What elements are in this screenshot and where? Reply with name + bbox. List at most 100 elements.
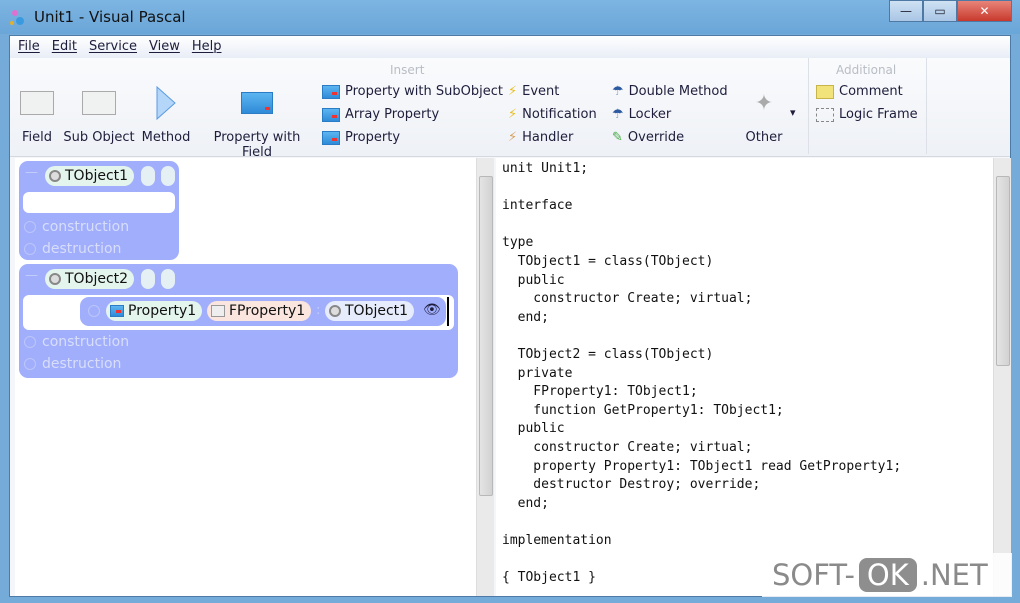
close-button[interactable]: ✕ bbox=[957, 0, 1012, 22]
additional-group-label: Additional bbox=[836, 63, 897, 77]
field-button[interactable]: Field bbox=[18, 86, 56, 145]
array-property-icon bbox=[322, 107, 340, 122]
collapse-icon[interactable]: — bbox=[25, 268, 38, 283]
type-pill[interactable]: TObject1 bbox=[325, 301, 415, 321]
code-editor[interactable]: unit Unit1; interface type TObject1 = clas… bbox=[496, 158, 993, 596]
menu-file[interactable]: File bbox=[17, 36, 46, 58]
main-window: File Edit Service View Help Insert Addit… bbox=[9, 35, 1011, 597]
scrollbar-thumb[interactable] bbox=[996, 176, 1010, 366]
sub-object-button[interactable]: Sub Object bbox=[62, 86, 136, 145]
property-row[interactable]: Property1 FProperty1 : TObject1 👁 bbox=[80, 297, 446, 326]
members-area: Property1 FProperty1 : TObject1 👁 bbox=[23, 295, 454, 330]
double-method-button[interactable]: ☂ Double Method bbox=[612, 84, 728, 99]
gear-icon bbox=[329, 305, 341, 317]
event-button[interactable]: ⚡ Event bbox=[508, 84, 559, 99]
insert-group-label: Insert bbox=[390, 63, 425, 77]
gear-icon bbox=[49, 170, 61, 182]
code-line: FProperty1: TObject1; bbox=[502, 384, 698, 400]
code-line: public bbox=[502, 272, 565, 288]
collapse-icon[interactable]: — bbox=[25, 165, 38, 180]
type-separator: : bbox=[316, 303, 321, 318]
umbrella-icon: ☂ bbox=[612, 107, 624, 122]
toggle-oval[interactable] bbox=[161, 166, 175, 186]
class-block-tobject2[interactable]: — TObject2 Property1 FProperty1 : TObjec… bbox=[19, 264, 458, 378]
other-button[interactable]: ✦ Other bbox=[740, 86, 788, 146]
minimize-button[interactable]: — bbox=[889, 0, 923, 22]
designer-scrollbar[interactable] bbox=[476, 158, 494, 596]
logic-frame-button[interactable]: Logic Frame bbox=[816, 107, 918, 122]
field-name-pill[interactable]: FProperty1 bbox=[207, 301, 312, 321]
menu-bar: File Edit Service View Help bbox=[10, 36, 1010, 58]
override-pencil-icon: ✎ bbox=[612, 130, 623, 145]
code-line: function GetProperty1: TObject1; bbox=[502, 402, 784, 418]
code-line: TObject1 = class(TObject) bbox=[502, 253, 714, 269]
construction-section[interactable]: construction bbox=[24, 334, 129, 350]
property-icon bbox=[110, 305, 124, 317]
class-block-tobject1[interactable]: — TObject1 construction destruction bbox=[19, 161, 179, 260]
designer-panel: — TObject1 construction destruction — TO… bbox=[15, 158, 476, 596]
umbrella-icon: ☂ bbox=[612, 84, 624, 99]
lightning-icon: ⚡ bbox=[508, 84, 518, 99]
menu-help[interactable]: Help bbox=[191, 36, 228, 58]
method-button[interactable]: Method bbox=[140, 86, 192, 145]
toggle-oval[interactable] bbox=[141, 166, 155, 186]
field-icon bbox=[211, 305, 225, 317]
property-icon bbox=[322, 84, 340, 99]
field-icon bbox=[20, 91, 54, 115]
group-divider bbox=[808, 58, 809, 154]
menu-view[interactable]: View bbox=[148, 36, 186, 58]
scrollbar-thumb[interactable] bbox=[479, 176, 493, 496]
handler-button[interactable]: ⚡ Handler bbox=[508, 130, 573, 145]
property-button[interactable]: Property bbox=[322, 130, 400, 145]
other-dropdown-arrow[interactable]: ▾ bbox=[790, 106, 796, 119]
group-divider bbox=[926, 58, 927, 154]
code-line: unit Unit1; bbox=[502, 161, 589, 176]
destruction-section[interactable]: destruction bbox=[24, 356, 121, 372]
code-line: constructor Create; virtual; bbox=[502, 439, 753, 455]
code-line: private bbox=[502, 365, 573, 381]
text-cursor bbox=[447, 297, 449, 326]
menu-edit[interactable]: Edit bbox=[51, 36, 83, 58]
ribbon: Insert Additional Field Sub Object Metho… bbox=[10, 58, 1010, 160]
override-button[interactable]: ✎ Override bbox=[612, 130, 684, 145]
class-name-pill[interactable]: TObject1 bbox=[45, 166, 135, 186]
notification-button[interactable]: ⚡ Notification bbox=[508, 107, 597, 122]
property-with-subobject-button[interactable]: Property with SubObject bbox=[322, 84, 503, 99]
watermark: SOFT- OK .NET bbox=[762, 553, 1012, 597]
comment-button[interactable]: Comment bbox=[816, 84, 903, 99]
array-property-button[interactable]: Array Property bbox=[322, 107, 439, 122]
gear-icon bbox=[49, 273, 61, 285]
comment-note-icon bbox=[816, 84, 834, 99]
code-line: destructor Destroy; override; bbox=[502, 477, 761, 493]
code-line: public bbox=[502, 421, 565, 437]
code-line: end; bbox=[502, 495, 549, 511]
locker-button[interactable]: ☂ Locker bbox=[612, 107, 671, 122]
sub-object-icon bbox=[82, 91, 116, 115]
property-with-field-button[interactable]: Property with Field bbox=[198, 86, 316, 160]
app-icon bbox=[10, 10, 24, 25]
code-line: constructor Create; virtual; bbox=[502, 291, 753, 307]
code-line: implementation bbox=[502, 532, 612, 548]
property-name-pill[interactable]: Property1 bbox=[106, 301, 203, 321]
code-scrollbar[interactable] bbox=[993, 158, 1011, 596]
toggle-oval[interactable] bbox=[141, 269, 155, 289]
lightning-icon: ⚡ bbox=[508, 107, 518, 122]
code-line: interface bbox=[502, 198, 573, 214]
play-triangle-icon bbox=[156, 86, 176, 120]
members-area[interactable] bbox=[23, 192, 175, 213]
maximize-button[interactable]: ▭ bbox=[923, 0, 957, 22]
menu-service[interactable]: Service bbox=[88, 36, 143, 58]
class-name-pill[interactable]: TObject2 bbox=[45, 269, 135, 289]
code-line: type bbox=[502, 235, 534, 251]
code-line: TObject2 = class(TObject) bbox=[502, 346, 714, 362]
eye-icon[interactable]: 👁 bbox=[423, 302, 441, 318]
toggle-oval[interactable] bbox=[161, 269, 175, 289]
title-bar: Unit1 - Visual Pascal — ▭ ✕ bbox=[0, 0, 1020, 34]
destruction-section[interactable]: destruction bbox=[24, 241, 121, 257]
construction-section[interactable]: construction bbox=[24, 219, 129, 235]
property-icon bbox=[241, 92, 273, 114]
window-title: Unit1 - Visual Pascal bbox=[34, 8, 186, 26]
